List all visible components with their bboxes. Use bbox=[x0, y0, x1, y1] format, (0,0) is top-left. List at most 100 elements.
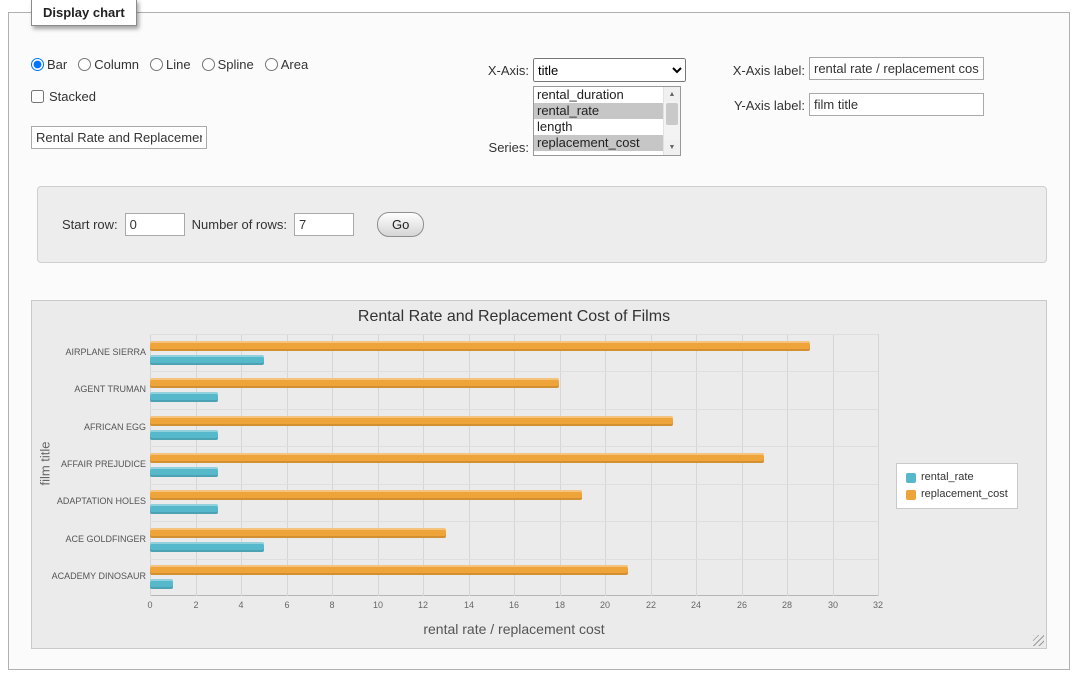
x-axis-tick-label: 30 bbox=[828, 600, 838, 610]
bar-rental_rate[interactable] bbox=[150, 392, 218, 402]
vertical-gridline bbox=[605, 334, 606, 596]
bar-rental_rate[interactable] bbox=[150, 430, 218, 440]
scroll-down-icon[interactable]: ▼ bbox=[664, 140, 680, 155]
stacked-label: Stacked bbox=[49, 89, 96, 104]
x-axis-tick-label: 24 bbox=[691, 600, 701, 610]
bar-replacement_cost[interactable] bbox=[150, 378, 559, 388]
bar-replacement_cost[interactable] bbox=[150, 453, 764, 463]
category-label: ACADEMY DINOSAUR bbox=[36, 571, 146, 581]
chart-type-radio-area[interactable] bbox=[265, 58, 278, 71]
chart-title-input[interactable] bbox=[31, 126, 207, 149]
vertical-gridline bbox=[287, 334, 288, 596]
chart-type-area[interactable]: Area bbox=[265, 57, 308, 72]
chart-type-radio-column[interactable] bbox=[78, 58, 91, 71]
chart-container: Rental Rate and Replacement Cost of Film… bbox=[31, 300, 1047, 649]
bar-rental_rate[interactable] bbox=[150, 467, 218, 477]
vertical-gridline bbox=[514, 334, 515, 596]
bar-rental_rate[interactable] bbox=[150, 504, 218, 514]
chart-type-spline[interactable]: Spline bbox=[202, 57, 254, 72]
bar-rental_rate[interactable] bbox=[150, 579, 173, 589]
chart-legend: rental_ratereplacement_cost bbox=[896, 463, 1018, 509]
legend-item-replacement_cost[interactable]: replacement_cost bbox=[906, 486, 1008, 503]
x-axis-select-label: X-Axis: bbox=[389, 63, 529, 78]
bar-rental_rate[interactable] bbox=[150, 542, 264, 552]
x-axis-tick-label: 20 bbox=[600, 600, 610, 610]
vertical-gridline bbox=[833, 334, 834, 596]
chart-type-radio-spline[interactable] bbox=[202, 58, 215, 71]
go-button[interactable]: Go bbox=[377, 212, 424, 237]
category-label: AFFAIR PREJUDICE bbox=[36, 459, 146, 469]
legend-swatch bbox=[906, 473, 916, 483]
chart-type-radio-line[interactable] bbox=[150, 58, 163, 71]
start-row-input[interactable] bbox=[125, 213, 185, 236]
category-label: AGENT TRUMAN bbox=[36, 384, 146, 394]
chart-title: Rental Rate and Replacement Cost of Film… bbox=[150, 308, 878, 326]
chart-type-radio-group: Bar Column Line Spline Area bbox=[31, 57, 308, 72]
number-of-rows-label: Number of rows: bbox=[192, 217, 287, 232]
x-axis-tick-label: 0 bbox=[147, 600, 152, 610]
bar-replacement_cost[interactable] bbox=[150, 416, 673, 426]
vertical-gridline bbox=[469, 334, 470, 596]
legend-label: replacement_cost bbox=[921, 486, 1008, 503]
legend-label: rental_rate bbox=[921, 469, 974, 486]
rows-panel: Start row: Number of rows: Go bbox=[37, 186, 1047, 263]
chart-type-label: Area bbox=[281, 57, 308, 72]
chart-type-radio-bar[interactable] bbox=[31, 58, 44, 71]
legend-swatch bbox=[906, 490, 916, 500]
x-axis-tick-label: 32 bbox=[873, 600, 883, 610]
display-chart-fieldset: Display chart BarColumnLineSplineArea St… bbox=[8, 12, 1070, 670]
chart-type-column[interactable]: Column bbox=[78, 57, 139, 72]
chart-type-label: Line bbox=[166, 57, 191, 72]
y-axis-title-label: Y-Axis label: bbox=[639, 98, 805, 113]
vertical-gridline bbox=[651, 334, 652, 596]
x-axis-tick-label: 6 bbox=[284, 600, 289, 610]
horizontal-gridline bbox=[150, 409, 878, 410]
stacked-checkbox-row[interactable]: Stacked bbox=[31, 89, 96, 104]
chart-type-line[interactable]: Line bbox=[150, 57, 191, 72]
number-of-rows-input[interactable] bbox=[294, 213, 354, 236]
series-label: Series: bbox=[389, 140, 529, 155]
horizontal-gridline bbox=[150, 334, 878, 335]
vertical-gridline bbox=[787, 334, 788, 596]
vertical-gridline bbox=[332, 334, 333, 596]
bar-replacement_cost[interactable] bbox=[150, 565, 628, 575]
y-axis-label-input[interactable] bbox=[809, 93, 984, 116]
vertical-gridline bbox=[150, 334, 151, 596]
x-axis-tick-label: 26 bbox=[737, 600, 747, 610]
vertical-gridline bbox=[696, 334, 697, 596]
start-row-label: Start row: bbox=[62, 217, 118, 232]
chart-type-label: Column bbox=[94, 57, 139, 72]
horizontal-gridline bbox=[150, 446, 878, 447]
x-axis-tick-label: 2 bbox=[193, 600, 198, 610]
series-option-length[interactable]: length bbox=[534, 119, 663, 135]
vertical-gridline bbox=[241, 334, 242, 596]
chart-type-label: Spline bbox=[218, 57, 254, 72]
vertical-gridline bbox=[560, 334, 561, 596]
category-label: ADAPTATION HOLES bbox=[36, 496, 146, 506]
chart-x-axis-title: rental rate / replacement cost bbox=[150, 621, 878, 637]
x-axis-tick-label: 12 bbox=[418, 600, 428, 610]
x-axis-label-input[interactable] bbox=[809, 57, 984, 80]
x-axis-tick-label: 14 bbox=[464, 600, 474, 610]
bar-replacement_cost[interactable] bbox=[150, 490, 582, 500]
horizontal-gridline bbox=[150, 371, 878, 372]
series-listbox[interactable]: rental_durationrental_ratelengthreplacem… bbox=[533, 86, 681, 156]
series-option-replacement_cost[interactable]: replacement_cost bbox=[534, 135, 663, 151]
x-axis-tick-label: 28 bbox=[782, 600, 792, 610]
legend-item-rental_rate[interactable]: rental_rate bbox=[906, 469, 1008, 486]
category-label: AIRPLANE SIERRA bbox=[36, 347, 146, 357]
horizontal-gridline bbox=[150, 484, 878, 485]
chart-type-label: Bar bbox=[47, 57, 67, 72]
plot-area: 02468101214161820222426283032AIRPLANE SI… bbox=[150, 334, 878, 596]
chart-type-bar[interactable]: Bar bbox=[31, 57, 67, 72]
x-axis-tick-label: 4 bbox=[238, 600, 243, 610]
bar-replacement_cost[interactable] bbox=[150, 341, 810, 351]
bar-replacement_cost[interactable] bbox=[150, 528, 446, 538]
horizontal-gridline bbox=[150, 521, 878, 522]
x-axis-title-label: X-Axis label: bbox=[639, 63, 805, 78]
stacked-checkbox[interactable] bbox=[31, 90, 44, 103]
vertical-gridline bbox=[423, 334, 424, 596]
resize-handle[interactable] bbox=[1033, 635, 1044, 646]
bar-rental_rate[interactable] bbox=[150, 355, 264, 365]
category-label: AFRICAN EGG bbox=[36, 422, 146, 432]
